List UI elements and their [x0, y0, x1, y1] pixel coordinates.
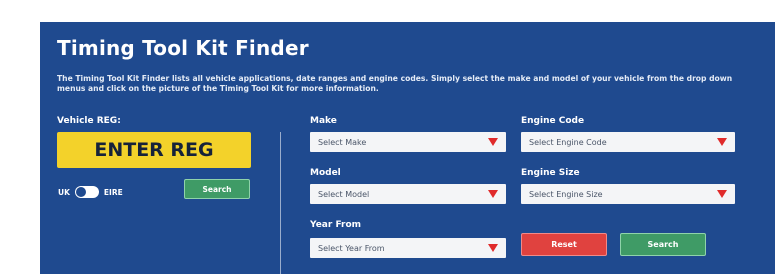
year-from-dropdown-caret-icon — [488, 244, 498, 252]
engine-size-select-value: Select Engine Size — [529, 189, 603, 199]
page-title: Timing Tool Kit Finder — [57, 36, 309, 60]
year-from-label: Year From — [310, 220, 362, 230]
finder-panel: Timing Tool Kit Finder The Timing Tool K… — [40, 22, 775, 274]
column-divider — [280, 132, 281, 274]
enter-reg-button[interactable]: ENTER REG — [57, 132, 251, 168]
model-select-value: Select Model — [318, 189, 370, 199]
model-select[interactable]: Select Model — [310, 184, 506, 204]
engine-size-label: Engine Size — [521, 168, 580, 178]
make-label: Make — [310, 116, 337, 126]
model-dropdown-caret-icon — [488, 190, 498, 198]
country-toggle[interactable] — [74, 186, 99, 198]
description-text: The Timing Tool Kit Finder lists all veh… — [57, 74, 733, 93]
vehicle-reg-label: Vehicle REG: — [57, 116, 121, 126]
reset-button[interactable]: Reset — [521, 233, 607, 256]
toggle-label-eire: EIRE — [103, 187, 123, 197]
engine-code-select[interactable]: Select Engine Code — [521, 132, 735, 152]
reg-search-button[interactable]: Search — [184, 179, 250, 199]
make-select-value: Select Make — [318, 137, 367, 147]
make-dropdown-caret-icon — [488, 138, 498, 146]
year-from-select[interactable]: Select Year From — [310, 238, 506, 258]
engine-size-dropdown-caret-icon — [717, 190, 727, 198]
country-toggle-row: UK EIRE — [58, 186, 123, 198]
engine-code-select-value: Select Engine Code — [529, 137, 607, 147]
toggle-knob — [75, 187, 86, 197]
filter-search-button[interactable]: Search — [620, 233, 706, 256]
model-label: Model — [310, 168, 341, 178]
engine-code-dropdown-caret-icon — [717, 138, 727, 146]
year-from-select-value: Select Year From — [318, 243, 385, 253]
engine-size-select[interactable]: Select Engine Size — [521, 184, 735, 204]
toggle-label-uk: UK — [58, 187, 70, 197]
engine-code-label: Engine Code — [521, 116, 585, 126]
make-select[interactable]: Select Make — [310, 132, 506, 152]
